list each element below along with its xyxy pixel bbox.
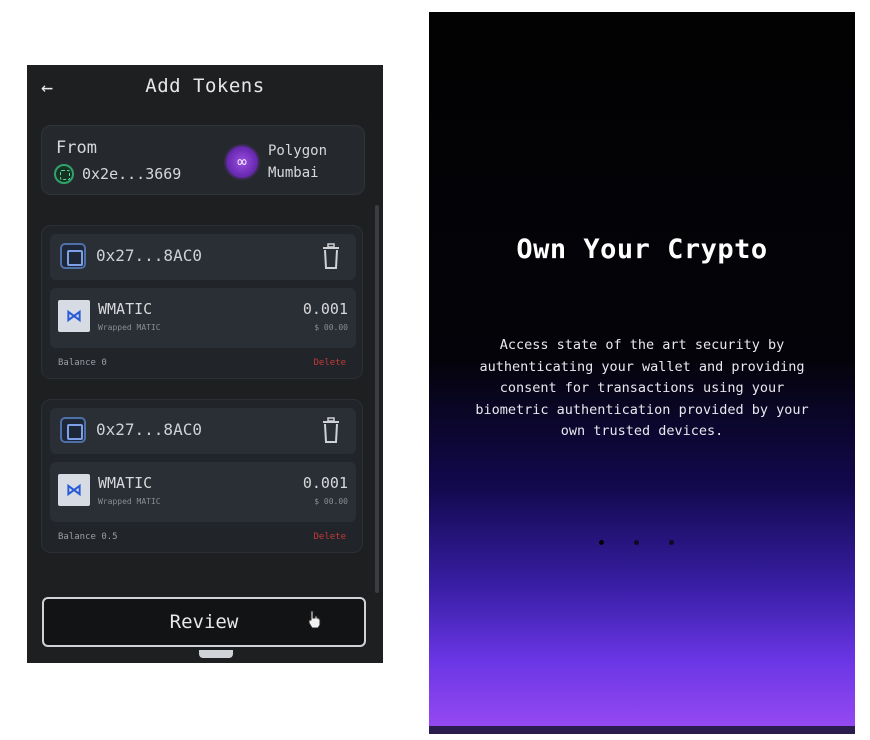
- page-title: Add Tokens: [145, 75, 265, 97]
- token-card: 0x27...8AC0 ⋈ WMATIC Wrapped MATIC 0.001…: [41, 225, 363, 379]
- contract-row: 0x27...8AC0: [50, 408, 356, 454]
- from-address: 0x2e...3669: [82, 165, 182, 183]
- trash-icon[interactable]: [318, 243, 344, 271]
- polygon-icon: ∞: [224, 144, 260, 180]
- from-account-card: From 0x2e...3669 ∞ Polygon Mumbai: [41, 125, 365, 195]
- trash-icon[interactable]: [318, 417, 344, 445]
- page-dot[interactable]: [669, 540, 674, 545]
- token-symbol: WMATIC: [98, 474, 153, 492]
- asset-row: ⋈ WMATIC Wrapped MATIC 0.001 $ 00.00: [50, 462, 356, 522]
- page-indicator: [599, 540, 674, 545]
- scrollbar[interactable]: [375, 205, 379, 593]
- token-symbol: WMATIC: [98, 300, 153, 318]
- network-name-line2: Mumbai: [268, 165, 319, 181]
- network-name-line1: Polygon: [268, 143, 328, 159]
- token-balance: Balance 0: [58, 358, 107, 368]
- header: ← Add Tokens: [27, 65, 383, 109]
- contract-chip-icon: [60, 417, 86, 443]
- from-address-group: 0x2e...3669: [54, 164, 181, 184]
- delete-button[interactable]: Delete: [313, 358, 346, 368]
- network-selector[interactable]: ∞ Polygon Mumbai: [224, 140, 327, 184]
- token-card: 0x27...8AC0 ⋈ WMATIC Wrapped MATIC 0.001…: [41, 399, 363, 553]
- delete-button[interactable]: Delete: [313, 532, 346, 542]
- contract-chip-icon: [60, 243, 86, 269]
- onboarding-screen: Own Your Crypto Access state of the art …: [429, 12, 855, 734]
- token-amount[interactable]: 0.001: [303, 300, 348, 318]
- onboarding-title: Own Your Crypto: [516, 234, 768, 265]
- token-balance: Balance 0.5: [58, 532, 118, 542]
- matic-token-icon: ⋈: [58, 300, 90, 332]
- token-usd-value: $ 00.00: [314, 323, 348, 332]
- contract-address: 0x27...8AC0: [96, 246, 202, 265]
- hand-cursor-icon: [308, 610, 321, 629]
- home-indicator: [199, 650, 233, 658]
- review-button[interactable]: Review: [42, 597, 366, 647]
- token-usd-value: $ 00.00: [314, 497, 348, 506]
- token-amount[interactable]: 0.001: [303, 474, 348, 492]
- onboarding-description: Access state of the art security by auth…: [475, 337, 809, 439]
- page-dot[interactable]: [599, 540, 604, 545]
- add-tokens-screen: ← Add Tokens From 0x2e...3669 ∞ Polygon …: [27, 65, 383, 663]
- contract-address: 0x27...8AC0: [96, 420, 202, 439]
- matic-token-icon: ⋈: [58, 474, 90, 506]
- token-name: Wrapped MATIC: [98, 497, 161, 506]
- asset-row: ⋈ WMATIC Wrapped MATIC 0.001 $ 00.00: [50, 288, 356, 348]
- token-name: Wrapped MATIC: [98, 323, 161, 332]
- from-label: From: [56, 138, 97, 158]
- wallet-avatar-icon: [54, 164, 74, 184]
- page-dot[interactable]: [634, 540, 639, 545]
- contract-row: 0x27...8AC0: [50, 234, 356, 280]
- review-label: Review: [169, 611, 239, 633]
- bottom-strip: [429, 726, 855, 734]
